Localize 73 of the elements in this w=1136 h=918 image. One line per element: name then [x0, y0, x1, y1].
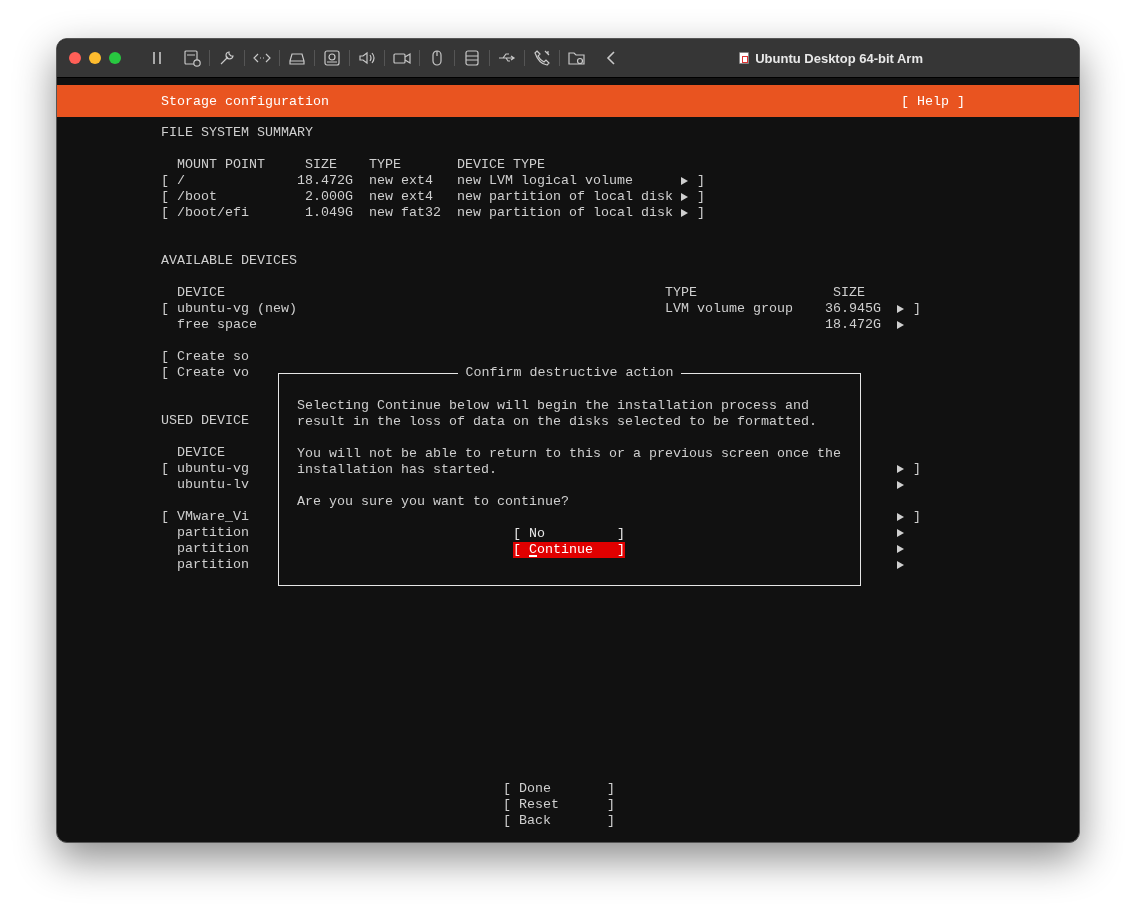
phone-icon[interactable]	[533, 49, 551, 67]
window-title: Ubuntu Desktop 64-bit Arm	[755, 50, 923, 66]
bracket: [	[161, 461, 169, 477]
type-cell: new ext4	[369, 189, 433, 205]
size-cell: 18.472G	[297, 173, 353, 189]
size-cell: 36.945G	[825, 301, 881, 317]
mount-point[interactable]: /boot/efi	[177, 205, 249, 221]
dialog-message: Selecting Continue below will begin the installation process and result in the loss of data on the disks selected to be formatted.	[297, 398, 818, 430]
bracket: ]	[697, 205, 705, 221]
screenshot-icon[interactable]	[183, 49, 201, 67]
text-cursor	[529, 555, 537, 557]
bracket: [	[161, 509, 169, 525]
section-heading: FILE SYSTEM SUMMARY	[161, 125, 313, 141]
bracket: ]	[697, 189, 705, 205]
device-name[interactable]: partition	[177, 541, 249, 557]
device-type-cell: new partition of local disk	[457, 189, 673, 205]
size-cell: 18.472G	[825, 317, 881, 333]
size-cell-text: 1.049G	[304, 205, 353, 221]
zoom-button[interactable]	[109, 52, 121, 64]
type-cell: LVM volume group	[665, 301, 793, 317]
column-header: SIZE	[305, 157, 337, 173]
section-heading: USED DEVICE	[161, 413, 249, 429]
column-header: SIZE	[833, 285, 865, 301]
action-button[interactable]: [ Done ]	[503, 781, 625, 797]
device-name[interactable]: free space	[177, 317, 257, 333]
bracket: [	[161, 173, 169, 189]
bracket: [	[161, 365, 169, 381]
column-header: TYPE	[369, 157, 401, 173]
device-type-cell: new partition of local disk	[457, 205, 673, 221]
minimize-button[interactable]	[89, 52, 101, 64]
column-header: DEVICE	[177, 445, 225, 461]
device-name[interactable]: VMware_Vi	[177, 509, 249, 525]
device-name[interactable]: partition	[177, 525, 249, 541]
dialog-button[interactable]: [ Continue ]	[513, 542, 625, 558]
section-heading: AVAILABLE DEVICES	[161, 253, 297, 269]
action-button[interactable]: [ Reset ]	[503, 797, 625, 813]
folder-icon[interactable]	[568, 49, 586, 67]
type-cell: new ext4	[369, 173, 433, 189]
bracket: ]	[913, 301, 921, 317]
close-button[interactable]	[69, 52, 81, 64]
bracket: ]	[913, 509, 921, 525]
bracket: ]	[913, 461, 921, 477]
mount-point[interactable]: /boot	[177, 189, 217, 205]
column-header: DEVICE	[177, 285, 225, 301]
column-header: MOUNT POINT	[177, 157, 265, 173]
action-item[interactable]: Create so	[177, 349, 249, 365]
bracket: ]	[697, 173, 705, 189]
dialog-button[interactable]: [ No ]	[513, 526, 625, 542]
action-item[interactable]: Create vo	[177, 365, 249, 381]
mount-point[interactable]: /	[177, 173, 185, 189]
storage-icon[interactable]	[463, 49, 481, 67]
bracket: [	[161, 205, 169, 221]
device-name[interactable]: ubuntu-vg	[177, 461, 249, 477]
document-icon	[739, 52, 750, 64]
screen-title: Storage configuration	[161, 93, 329, 109]
wrench-icon[interactable]	[218, 49, 236, 67]
bracket: [	[161, 189, 169, 205]
column-header: DEVICE TYPE	[457, 157, 545, 173]
device-name[interactable]: partition	[177, 557, 249, 573]
webcam-icon[interactable]	[323, 49, 341, 67]
action-button[interactable]: [ Back ]	[503, 813, 625, 829]
dialog-message: You will not be able to return to this or a previous screen once the installation has started.	[297, 446, 842, 478]
size-cell-text: 2.000G	[304, 189, 353, 205]
speaker-icon[interactable]	[358, 49, 376, 67]
dialog-message: Are you sure you want to continue?	[297, 494, 570, 510]
bracket: [	[161, 301, 169, 317]
help-button[interactable]: [ Help ]	[901, 93, 965, 109]
device-name[interactable]: ubuntu-lv	[177, 477, 249, 493]
column-header: TYPE	[665, 285, 697, 301]
bracket: [	[161, 349, 169, 365]
type-cell: new fat32	[369, 205, 441, 221]
device-name[interactable]: ubuntu-vg (new)	[177, 301, 297, 317]
device-type-cell: new LVM logical volume	[457, 173, 633, 189]
